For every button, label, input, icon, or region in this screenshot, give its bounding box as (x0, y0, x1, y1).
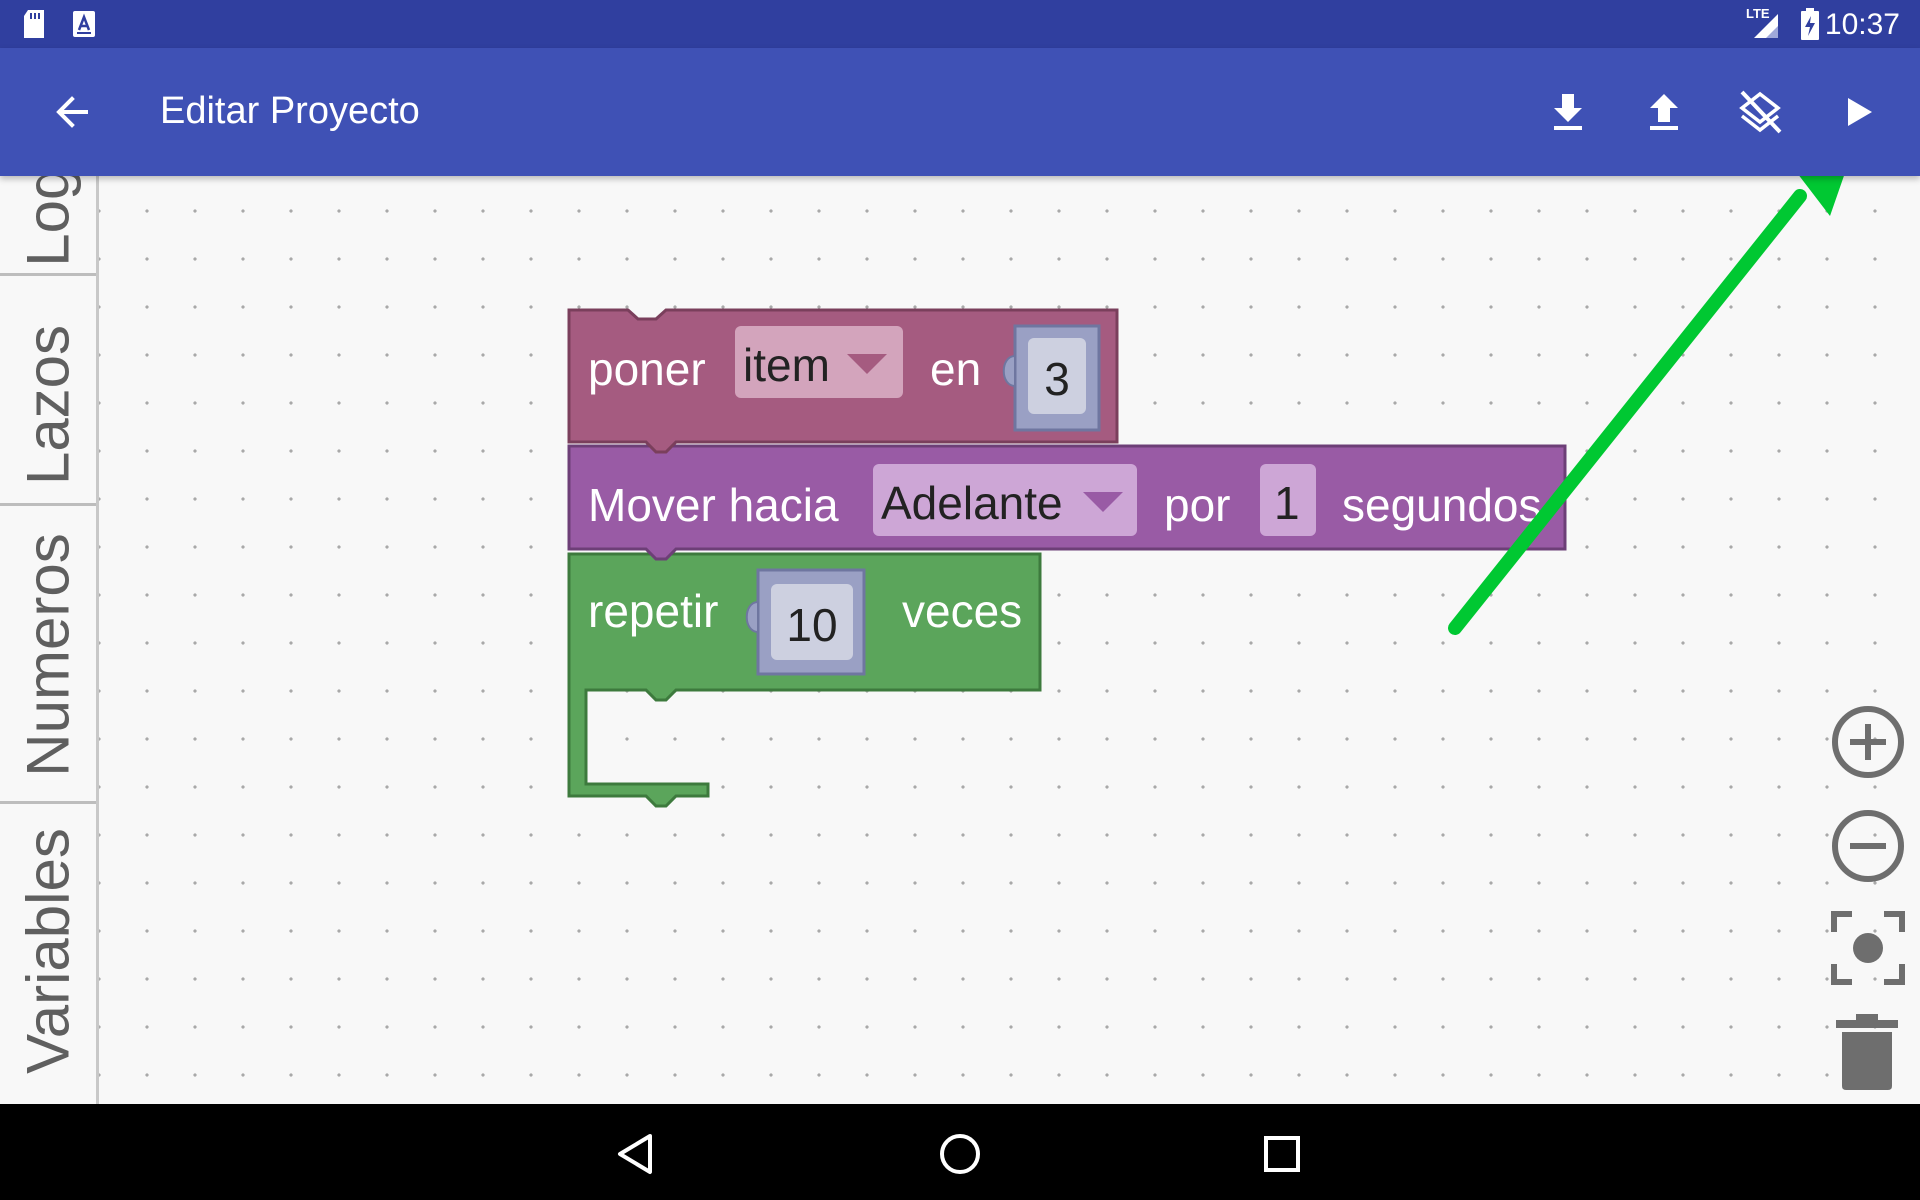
status-time: 10:37 (1824, 8, 1900, 41)
network-type-label: LTE (1746, 6, 1770, 21)
back-arrow-icon[interactable] (46, 86, 98, 138)
clear-layers-icon[interactable] (1734, 86, 1786, 138)
upload-icon[interactable] (1638, 86, 1690, 138)
font-app-icon (73, 11, 95, 37)
blocks-workspace[interactable]: Logi Lazos Numeros Variables poner item … (0, 176, 1920, 1104)
page-title: Editar Proyecto (160, 90, 420, 132)
recenter-icon[interactable] (1830, 910, 1906, 986)
trash-icon[interactable] (1836, 1014, 1898, 1090)
annotation-arrow (1448, 176, 1844, 635)
app-bar: Editar Proyecto (0, 48, 1920, 176)
battery-charging-icon (1801, 8, 1819, 40)
zoom-out-icon[interactable] (1830, 808, 1906, 884)
navigation-bar (0, 1104, 1920, 1200)
zoom-in-icon[interactable] (1830, 704, 1906, 780)
download-icon[interactable] (1542, 86, 1594, 138)
nav-recents-icon[interactable] (1258, 1130, 1306, 1178)
nav-back-icon[interactable] (612, 1130, 660, 1178)
status-bar: LTE 10:37 (0, 0, 1920, 48)
nav-home-icon[interactable] (936, 1130, 984, 1178)
play-icon[interactable] (1832, 86, 1884, 138)
sd-card-icon (24, 10, 44, 38)
